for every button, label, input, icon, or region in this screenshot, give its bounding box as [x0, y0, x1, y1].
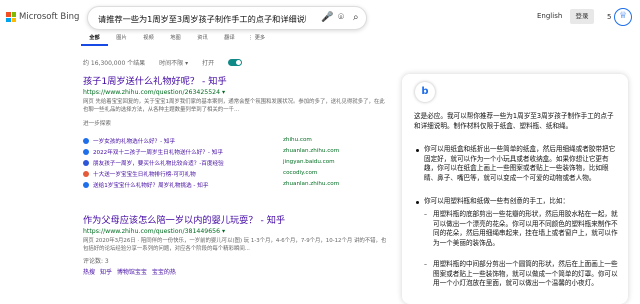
result-snippet: 网页 2020年3月26日 · 陪同伴的一份快乐，一岁前的婴儿可以(图) 玩 1…: [83, 238, 387, 252]
related-tag[interactable]: 宝宝的热: [152, 269, 176, 276]
tab-news[interactable]: 资讯: [189, 34, 216, 46]
related-tags: 热搜 知乎 博物馆宝宝 宝宝的热: [83, 267, 388, 276]
tab-images[interactable]: 图片: [108, 34, 135, 46]
list-item[interactable]: 朋友孩子一周岁，要买什么礼物比较合适？-百度经验 jingyan.baidu.co…: [83, 159, 388, 170]
further-explore-label: 进一步探索: [83, 121, 111, 127]
results-meta: 约 16,300,000 个结果 时间不限 ▾ 打开: [83, 58, 243, 67]
rating-count: 评论数: 3: [83, 258, 109, 265]
tab-translate[interactable]: 翻译: [216, 34, 243, 46]
related-tag[interactable]: 知乎: [100, 269, 112, 276]
site-icon: [83, 149, 89, 155]
list-item[interactable]: 送给1岁宝宝什么礼物好？周岁礼物挑选 - 知乎 zhuanlan.zhihu.co…: [83, 181, 388, 192]
search-box[interactable]: 请推荐一些为1周岁至3周岁孩子制作手工的点子和详细说明。制作材 🎤 ⌾ ⌕: [87, 6, 367, 30]
search-input[interactable]: 请推荐一些为1周岁至3周岁孩子制作手工的点子和详细说明。制作材: [98, 13, 306, 25]
rewards-count: 5: [607, 13, 612, 21]
list-item-domain: zhihu.com: [283, 137, 312, 143]
tab-maps[interactable]: 地图: [162, 34, 189, 46]
bing-chat-icon[interactable]: b: [415, 82, 435, 102]
site-icon: [83, 160, 89, 166]
list-item-link[interactable]: 2022年双十二孩子一周岁生日礼物送什么好？- 知乎: [93, 148, 223, 156]
result-url[interactable]: https://www.zhihu.com/question/381449656…: [83, 228, 388, 235]
search-tabs: 全部 图片 视频 地图 资讯 翻译 ⋮ 更多: [81, 34, 270, 46]
list-item[interactable]: 2022年双十二孩子一周岁生日礼物送什么好？- 知乎 zhuanlan.zhihu…: [83, 148, 388, 159]
tab-more[interactable]: ⋮ 更多: [243, 34, 270, 46]
list-item-link[interactable]: 朋友孩子一周岁，要买什么礼物比较合适？-百度经验: [93, 159, 224, 167]
list-item-link[interactable]: 十大送一岁宝宝生日礼物排行榜-可可礼物: [93, 170, 196, 178]
time-filter[interactable]: 时间不限 ▾: [159, 58, 188, 67]
list-item[interactable]: 一岁女孩的礼物选什么好？- 知乎 zhihu.com: [83, 137, 388, 148]
list-item-link[interactable]: 一岁女孩的礼物选什么好？- 知乎: [93, 137, 175, 145]
list-item-domain: cocodiy.com: [283, 170, 318, 176]
result-title[interactable]: 作为父母应该怎么陪一岁以内的婴儿玩耍？ - 知乎: [83, 212, 388, 226]
result-snippet: 网页 先给着宝宝回复的，关于宝宝1周岁我们家的基本案例，通常会整个氛围和发展状况…: [83, 99, 385, 113]
related-tag[interactable]: 博物馆宝宝: [117, 269, 147, 276]
dash-icon: –: [424, 211, 427, 218]
bullet-icon: [416, 201, 419, 204]
list-item-link[interactable]: 送给1岁宝宝什么礼物好？周岁礼物挑选 - 知乎: [93, 181, 208, 189]
chat-bullet: 你可以用塑料瓶和纸做一些有创意的手工，比如：: [424, 197, 570, 205]
dash-icon: –: [424, 261, 427, 268]
toggle-switch[interactable]: [228, 59, 243, 66]
brand-name: Microsoft Bing: [19, 12, 80, 22]
chat-subbullet: 用塑料瓶的中间部分剪出一个圆筒的形状，然后在上面画上一些图案或者贴上一些装饰物，…: [433, 260, 618, 287]
visual-search-icon[interactable]: ⌾: [338, 12, 344, 23]
list-item-domain: zhuanlan.zhihu.com: [283, 181, 340, 187]
microphone-icon[interactable]: 🎤: [321, 12, 333, 23]
search-result: 作为父母应该怎么陪一岁以内的婴儿玩耍？ - 知乎 https://www.zhi…: [83, 212, 388, 276]
result-count: 约 16,300,000 个结果: [83, 60, 146, 67]
result-url[interactable]: https://www.zhihu.com/question/263425524…: [83, 89, 388, 96]
bullet-icon: [416, 149, 419, 152]
rewards-icon[interactable]: ♕: [614, 8, 632, 26]
site-icon: [83, 171, 89, 177]
chat-bullet: 你可以用纸盒和纸折出一些简单的纸盒，然后用细绳或者胶带把它固定好，就可以作为一个…: [424, 145, 616, 182]
login-button[interactable]: 登录: [570, 9, 594, 24]
header-bar: Microsoft Bing 请推荐一些为1周岁至3周岁孩子制作手工的点子和详细…: [0, 0, 640, 58]
result-title[interactable]: 孩子1周岁送什么礼物好呢？ - 知乎: [83, 73, 388, 87]
tab-all[interactable]: 全部: [81, 34, 108, 46]
list-item-domain: zhuanlan.zhihu.com: [283, 148, 340, 154]
list-item-domain: jingyan.baidu.com: [283, 159, 335, 165]
chat-subbullet: 用塑料瓶的底部剪出一些花瓣的形状，然后用胶水粘在一起，就可以做出一个漂亮的花朵。…: [433, 210, 618, 247]
search-icon[interactable]: ⌕: [353, 12, 359, 23]
list-item[interactable]: 十大送一岁宝宝生日礼物排行榜-可可礼物 cocodiy.com: [83, 170, 388, 181]
microsoft-logo-icon: [6, 12, 16, 22]
bing-logo[interactable]: Microsoft Bing: [6, 12, 79, 22]
search-result: 孩子1周岁送什么礼物好呢？ - 知乎 https://www.zhihu.com…: [83, 73, 388, 127]
site-icon: [83, 138, 89, 144]
safe-toggle-label: 打开: [202, 60, 215, 67]
site-icon: [83, 182, 89, 188]
chat-intro: 这是必应。我可以帮你推荐一些为1周岁至3周岁孩子制作手工的点子和详细说明。制作材…: [414, 112, 614, 130]
language-link[interactable]: English: [537, 12, 562, 20]
related-tag[interactable]: 热搜: [83, 269, 95, 276]
tab-videos[interactable]: 视频: [135, 34, 162, 46]
